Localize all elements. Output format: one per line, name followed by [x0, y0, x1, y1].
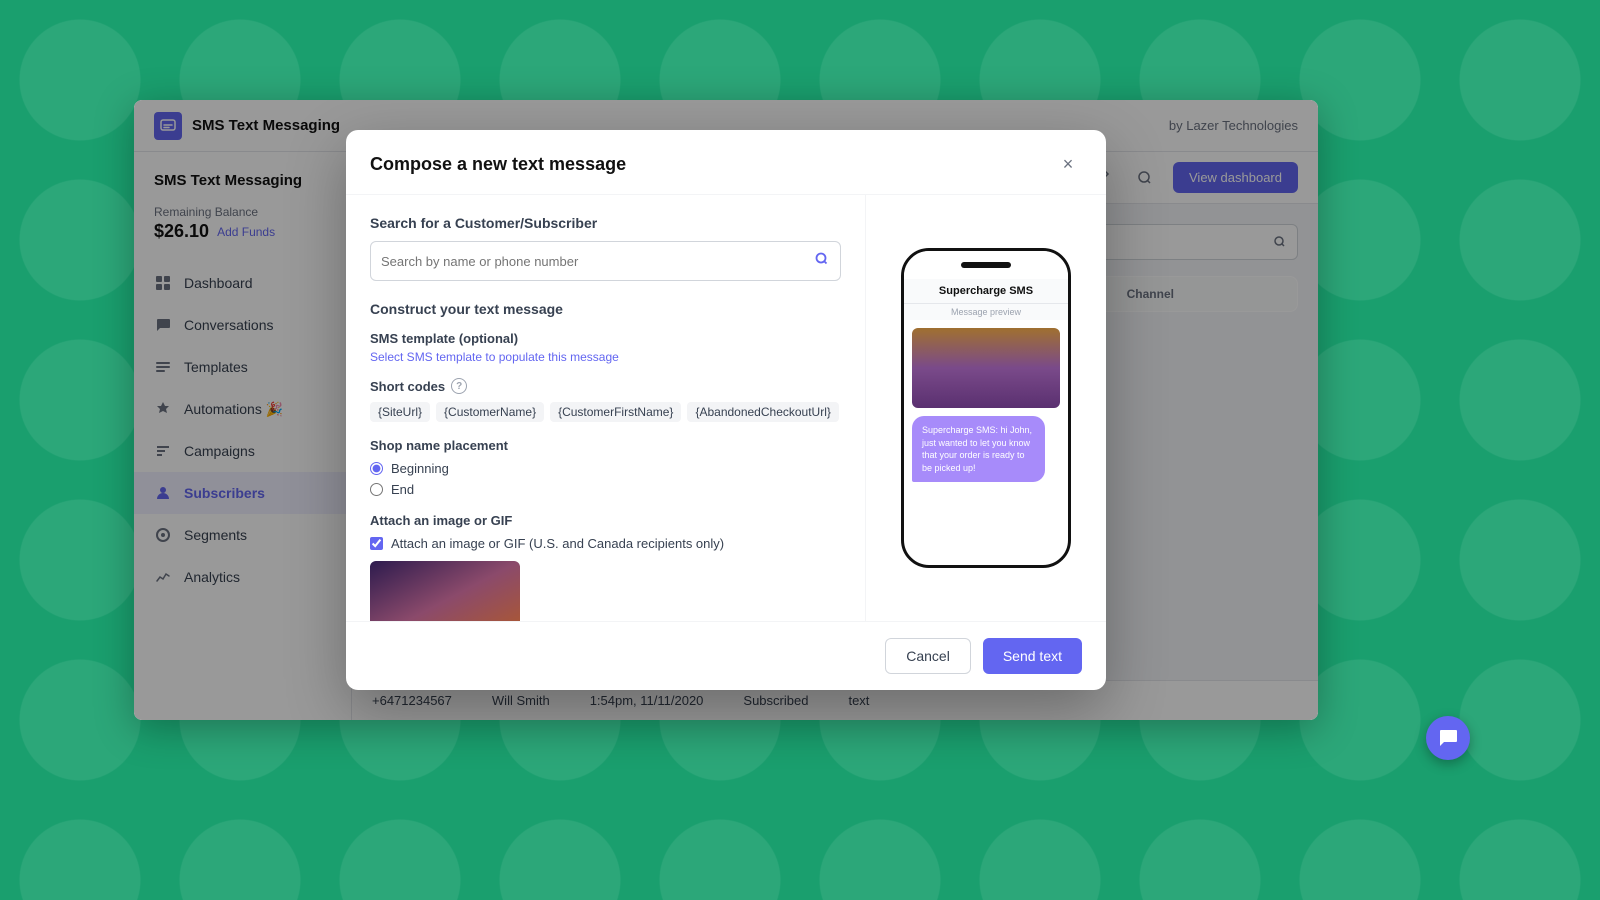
attach-image-label: Attach an image or GIF	[370, 513, 841, 528]
phone-image-inner	[912, 328, 1060, 408]
phone-message-bubble: Supercharge SMS: hi John, just wanted to…	[912, 416, 1045, 482]
attach-image-checkbox-label[interactable]: Attach an image or GIF (U.S. and Canada …	[370, 536, 841, 551]
phone-content: Supercharge SMS: hi John, just wanted to…	[904, 320, 1068, 565]
phone-sub-label: Message preview	[904, 304, 1068, 320]
phone-mockup: Supercharge SMS Message preview Supercha…	[901, 248, 1071, 568]
placement-end-option[interactable]: End	[370, 482, 841, 497]
short-code-abandonedcheckouturl[interactable]: {AbandonedCheckoutUrl}	[687, 402, 838, 422]
modal-left-panel: Search for a Customer/Subscriber Constru…	[346, 195, 866, 621]
phone-preview-image	[912, 328, 1060, 408]
image-preview	[370, 561, 520, 621]
modal-close-button[interactable]: ×	[1054, 150, 1082, 178]
construct-section: Construct your text message SMS template…	[370, 301, 841, 621]
send-text-button[interactable]: Send text	[983, 638, 1082, 674]
placement-end-radio[interactable]	[370, 483, 383, 496]
modal-title: Compose a new text message	[370, 154, 626, 175]
phone-notch-bar	[961, 262, 1011, 268]
customer-search-input[interactable]	[381, 254, 814, 269]
short-codes-help-icon[interactable]: ?	[451, 378, 467, 394]
short-code-customerfirstname[interactable]: {CustomerFirstName}	[550, 402, 681, 422]
modal-footer: Cancel Send text	[346, 621, 1106, 690]
select-sms-template-link[interactable]: Select SMS template to populate this mes…	[370, 350, 841, 364]
customer-search-icon[interactable]	[814, 251, 830, 272]
construct-title: Construct your text message	[370, 301, 841, 317]
cancel-button[interactable]: Cancel	[885, 638, 971, 674]
shop-placement-label: Shop name placement	[370, 438, 841, 453]
customer-search-wrapper	[370, 241, 841, 281]
short-codes-label: Short codes ?	[370, 378, 841, 394]
placement-beginning-option[interactable]: Beginning	[370, 461, 841, 476]
phone-notch	[904, 251, 1068, 279]
modal-right-panel: Supercharge SMS Message preview Supercha…	[866, 195, 1106, 621]
modal-overlay: Compose a new text message × Search for …	[134, 100, 1318, 720]
short-code-customername[interactable]: {CustomerName}	[436, 402, 544, 422]
attach-image-checkbox[interactable]	[370, 537, 383, 550]
phone-app-name: Supercharge SMS	[904, 279, 1068, 304]
sms-template-label: SMS template (optional)	[370, 331, 841, 346]
modal-header: Compose a new text message ×	[346, 130, 1106, 195]
short-code-siteurl[interactable]: {SiteUrl}	[370, 402, 430, 422]
chat-fab-button[interactable]	[1426, 716, 1470, 760]
image-preview-inner	[370, 561, 520, 621]
search-section-label: Search for a Customer/Subscriber	[370, 215, 841, 231]
app-window: SMS Text Messaging by Lazer Technologies…	[134, 100, 1318, 720]
shop-placement-radio-group: Beginning End	[370, 461, 841, 497]
placement-beginning-radio[interactable]	[370, 462, 383, 475]
short-codes-row: {SiteUrl} {CustomerName} {CustomerFirstN…	[370, 402, 841, 422]
modal-body: Search for a Customer/Subscriber Constru…	[346, 195, 1106, 621]
compose-modal: Compose a new text message × Search for …	[346, 130, 1106, 690]
